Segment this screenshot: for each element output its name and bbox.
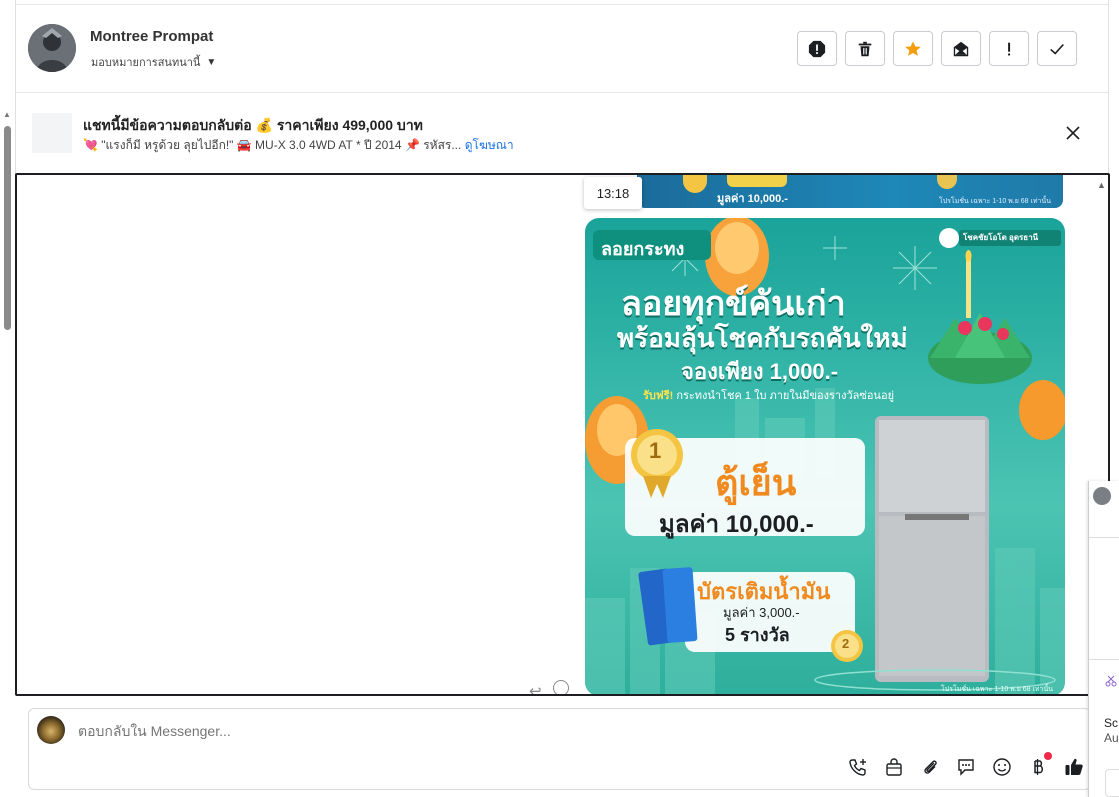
- divider: [1089, 659, 1119, 660]
- reply-icon[interactable]: ↩: [529, 682, 542, 694]
- previous-prize-text: มูลค่า 10,000.-: [717, 193, 788, 205]
- top-divider: [15, 4, 1109, 5]
- notification-dot: [1044, 752, 1052, 760]
- call-add-button[interactable]: [846, 755, 870, 779]
- like-button[interactable]: [1062, 755, 1086, 779]
- ad-subtitle: 💘 "แรงก็มี หรูด้วย ลุยไปอีก!" 🚘 MU-X 3.0…: [83, 136, 514, 155]
- smiley-icon: [993, 758, 1011, 776]
- alert-octagon-icon: [808, 40, 826, 57]
- prize2-count: 5 รางวัล: [725, 625, 790, 645]
- mark-unread-button[interactable]: [941, 31, 981, 66]
- ad-subtitle-text: 💘 "แรงก็มี หรูด้วย ลุยไปอีก!" 🚘 MU-X 3.0…: [83, 138, 462, 152]
- peek-text-2: Au: [1104, 731, 1119, 745]
- ad-title: แชทนี้มีข้อความตอบกลับต่อ 💰 ราคาเพียง 49…: [83, 117, 423, 133]
- scissors-icon: [1105, 674, 1117, 687]
- trash-icon: [858, 41, 872, 56]
- promo-tag: ลอยกระทง: [601, 239, 685, 259]
- follow-up-button[interactable]: [989, 31, 1029, 66]
- divider: [1089, 537, 1119, 538]
- scroll-up-arrow-icon[interactable]: ▲: [3, 110, 11, 119]
- paperclip-icon: [924, 760, 937, 774]
- envelope-icon: [953, 41, 969, 56]
- baht-icon: [1034, 759, 1043, 775]
- spam-button[interactable]: [797, 31, 837, 66]
- exclamation-icon: [1008, 42, 1011, 55]
- promo-brand: โชคชัยโอโต อุดรธานี: [963, 233, 1039, 242]
- prize1-value: มูลค่า 10,000.-: [659, 511, 814, 538]
- react-smiley-icon[interactable]: [553, 680, 569, 694]
- medal-icon: [937, 175, 957, 189]
- thread-scroll-up-icon[interactable]: ▲: [1097, 180, 1106, 190]
- reply-input[interactable]: [78, 723, 778, 739]
- peek-avatar: [1093, 487, 1111, 505]
- promo-image-attachment[interactable]: ลอยกระทง โชคชัยโอโต อุดรธานี ลอยทุกข์คัน…: [585, 218, 1065, 694]
- attach-button[interactable]: [918, 755, 942, 779]
- assign-label: มอบหมายการสนทนานี้: [91, 57, 201, 69]
- promo-footnote: โปรโมชั่น เฉพาะ 1-10 พ.ย 68 เท่านั้น: [941, 686, 1054, 693]
- page-scrollbar-thumb[interactable]: [4, 126, 11, 330]
- frame-right-border: [1108, 0, 1109, 175]
- secondary-window-edge[interactable]: Sc Au: [1088, 481, 1119, 797]
- caret-down-icon: ▼: [206, 56, 217, 68]
- frame-left-border: [15, 0, 16, 175]
- page-avatar: [37, 716, 65, 744]
- promo-deposit: จองเพียง 1,000.-: [681, 359, 839, 384]
- message-timestamp: 13:18: [584, 177, 642, 209]
- contact-name[interactable]: Montree Prompat: [90, 28, 213, 45]
- peek-card: [1105, 769, 1119, 797]
- prize-ribbon: [727, 175, 787, 187]
- header-divider: [15, 92, 1109, 93]
- peek-text-1: Sc: [1104, 716, 1119, 730]
- view-ad-link[interactable]: ดูโฆษณา: [465, 138, 514, 152]
- previous-promo-note: โปรโมชั่น เฉพาะ 1-10 พ.ย 68 เท่านั้น: [938, 198, 1051, 205]
- prize2-rank: 2: [842, 636, 850, 651]
- promo-headline-2: พร้อมลุ้นโชคกับรถคันใหม่: [617, 323, 908, 353]
- saved-replies-button[interactable]: [954, 755, 978, 779]
- delete-button[interactable]: [845, 31, 885, 66]
- thumbs-up-icon: [1065, 758, 1083, 775]
- prize1-rank: 1: [649, 438, 662, 463]
- close-icon: [1066, 126, 1080, 140]
- star-icon: [905, 40, 921, 56]
- done-button[interactable]: [1037, 31, 1077, 66]
- assign-conversation-dropdown[interactable]: มอบหมายการสนทนานี้ ▼: [91, 53, 216, 71]
- shopping-bag-icon: [886, 758, 902, 776]
- chat-bubble-icon: [958, 759, 974, 776]
- close-ad-button[interactable]: [1062, 122, 1084, 144]
- promo-freebie-highlight: รับฟรี!: [643, 390, 674, 402]
- emoji-button[interactable]: [990, 755, 1014, 779]
- message-thread[interactable]: 13:18 มูลค่า 10,000.- โปรโมชั่น เฉพาะ 1-…: [15, 173, 1110, 696]
- promo-freebie: รับฟรี! กระทงนำโชค 1 ใบ ภายในมีของรางวัล…: [643, 386, 894, 404]
- promo-freebie-text: กระทงนำโชค 1 ใบ ภายในมีของรางวัลซ่อนอยู่: [676, 390, 895, 402]
- check-icon: [1050, 43, 1064, 55]
- star-button[interactable]: [893, 31, 933, 66]
- medal-icon: [683, 175, 707, 193]
- shop-button[interactable]: [882, 755, 906, 779]
- previous-image-attachment[interactable]: มูลค่า 10,000.- โปรโมชั่น เฉพาะ 1-10 พ.ย…: [637, 175, 1063, 208]
- prize1-name: ตู้เย็น: [715, 462, 797, 503]
- ad-thumbnail[interactable]: [32, 113, 72, 153]
- phone-plus-icon: [849, 759, 866, 776]
- contact-avatar[interactable]: [28, 24, 76, 72]
